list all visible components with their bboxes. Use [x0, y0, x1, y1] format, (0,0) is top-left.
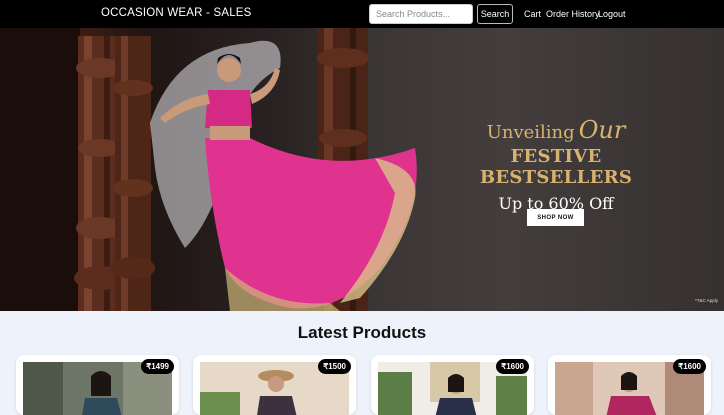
section-title: Latest Products [297, 323, 427, 342]
price-badge: ₹1600 [673, 359, 706, 374]
search-button[interactable]: Search [477, 4, 513, 24]
hero-unveiling-text: Unveiling [486, 122, 575, 143]
brand-title[interactable]: OCCASION WEAR - SALES [101, 7, 252, 19]
shop-now-button[interactable]: SHOP NOW [527, 209, 584, 226]
carved-pillar-mid [111, 36, 155, 311]
hero-our-script-text: Our [578, 116, 626, 144]
hero-headline-2: FESTIVE BESTSELLERS [479, 146, 633, 188]
hero-banner[interactable]: Unveiling Our FESTIVE BESTSELLERS Up to 6… [0, 28, 724, 311]
price-badge: ₹1600 [496, 359, 529, 374]
product-card[interactable]: ₹1500 [193, 355, 356, 415]
search-input[interactable] [369, 4, 473, 24]
price-badge: ₹1500 [318, 359, 351, 374]
nav-cart-link[interactable]: Cart [524, 9, 541, 19]
top-navbar: OCCASION WEAR - SALES Search Cart Order … [0, 0, 724, 28]
price-badge: ₹1499 [141, 359, 174, 374]
hero-text-block: Unveiling Our FESTIVE BESTSELLERS Up to 6… [440, 116, 672, 213]
nav-order-history-link[interactable]: Order History [546, 9, 600, 19]
nav-logout-link[interactable]: Logout [598, 9, 626, 19]
product-card[interactable]: ₹1600 [548, 355, 711, 415]
terms-fineprint: *T&C Apply [695, 298, 719, 303]
hero-headline-1: Unveiling Our [440, 116, 672, 144]
product-card[interactable]: ₹1499 [16, 355, 179, 415]
product-card[interactable]: ₹1600 [371, 355, 534, 415]
